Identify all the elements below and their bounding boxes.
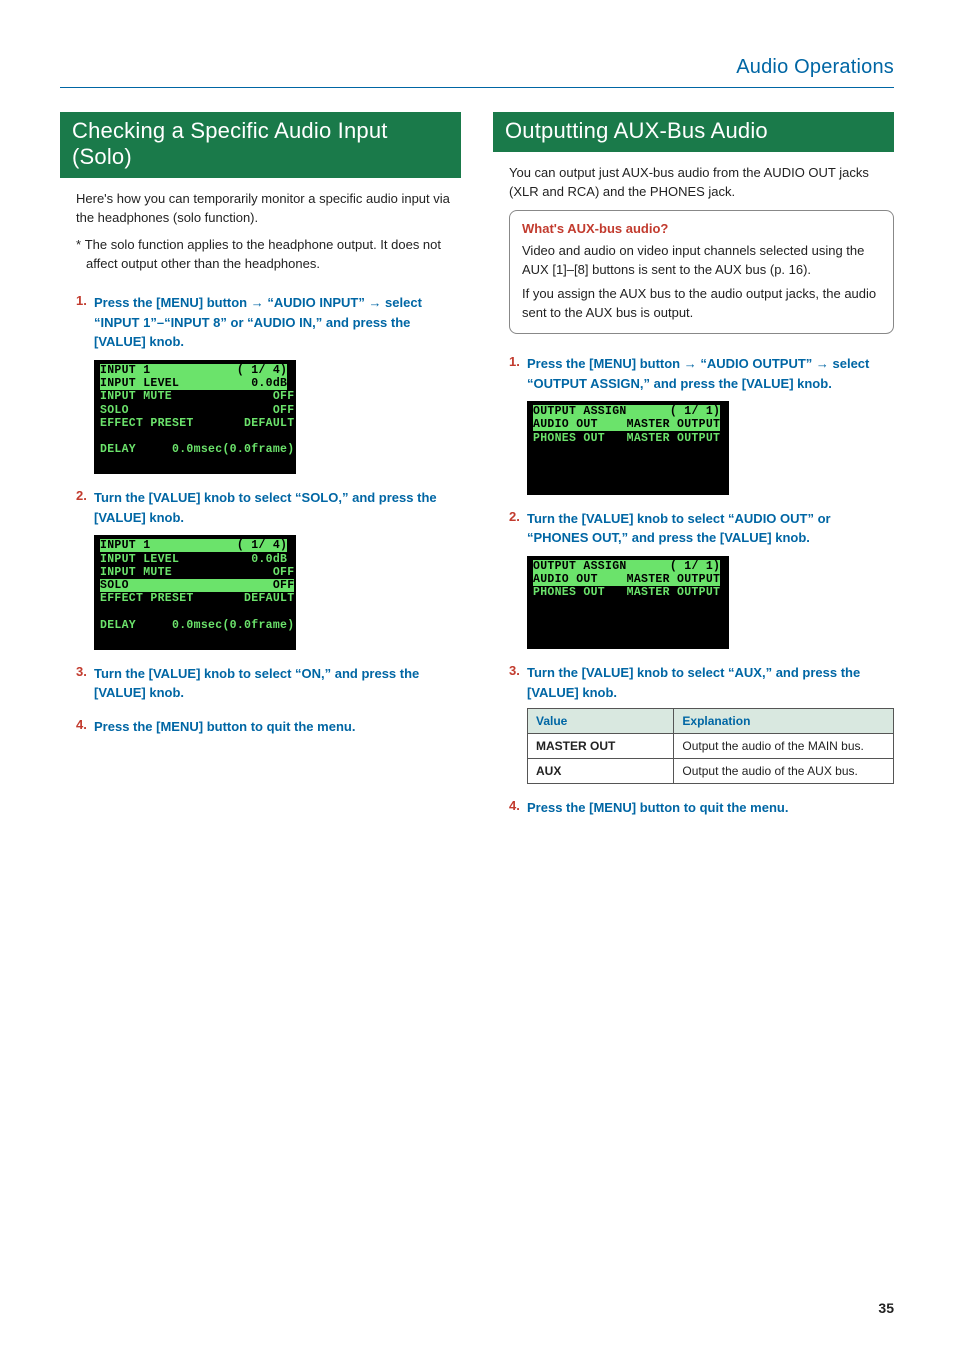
step-4: Press the [MENU] button to quit the menu… [94, 717, 461, 737]
step-3-r: Turn the [VALUE] knob to select “AUX,” a… [527, 663, 894, 702]
callout-box: What's AUX-bus audio? Video and audio on… [509, 210, 894, 334]
footnote-text: The solo function applies to the headpho… [85, 237, 441, 271]
intro-text: Here's how you can temporarily monitor a… [76, 190, 461, 228]
callout-p1: Video and audio on video input channels … [522, 242, 881, 280]
header-divider [60, 87, 894, 88]
step-1: Press the [MENU] button → “AUDIO INPUT” … [94, 293, 461, 352]
page-number: 35 [878, 1300, 894, 1316]
section-title-aux: Outputting AUX-Bus Audio [493, 112, 894, 152]
asterisk: * [76, 237, 81, 252]
value-table: ValueExplanation MASTER OUTOutput the au… [527, 708, 894, 784]
footnote: * The solo function applies to the headp… [76, 236, 461, 274]
lcd-screenshot-r2: OUTPUT ASSIGN ( 1/ 1) AUDIO OUT MASTER O… [527, 556, 729, 650]
step-4-r: Press the [MENU] button to quit the menu… [527, 798, 894, 818]
callout-title: What's AUX-bus audio? [522, 221, 881, 236]
step-2-r: Turn the [VALUE] knob to select “AUDIO O… [527, 509, 894, 548]
left-column: Checking a Specific Audio Input (Solo) H… [60, 112, 461, 832]
section-title-solo: Checking a Specific Audio Input (Solo) [60, 112, 461, 178]
step-3: Turn the [VALUE] knob to select “ON,” an… [94, 664, 461, 703]
lcd-screenshot-2: INPUT 1 ( 1/ 4) INPUT LEVEL 0.0dB INPUT … [94, 535, 296, 650]
table-row: AUXOutput the audio of the AUX bus. [528, 759, 894, 784]
right-column: Outputting AUX-Bus Audio You can output … [493, 112, 894, 832]
th-value: Value [528, 709, 674, 734]
table-row: MASTER OUTOutput the audio of the MAIN b… [528, 734, 894, 759]
lcd-screenshot-r1: OUTPUT ASSIGN ( 1/ 1) AUDIO OUT MASTER O… [527, 401, 729, 495]
running-header: Audio Operations [60, 56, 894, 79]
step-1-r: Press the [MENU] button → “AUDIO OUTPUT”… [527, 354, 894, 393]
step-2: Turn the [VALUE] knob to select “SOLO,” … [94, 488, 461, 527]
callout-p2: If you assign the AUX bus to the audio o… [522, 285, 881, 323]
th-explanation: Explanation [674, 709, 894, 734]
intro-text-right: You can output just AUX-bus audio from t… [509, 164, 894, 202]
lcd-screenshot-1: INPUT 1 ( 1/ 4) INPUT LEVEL 0.0dB INPUT … [94, 360, 296, 475]
